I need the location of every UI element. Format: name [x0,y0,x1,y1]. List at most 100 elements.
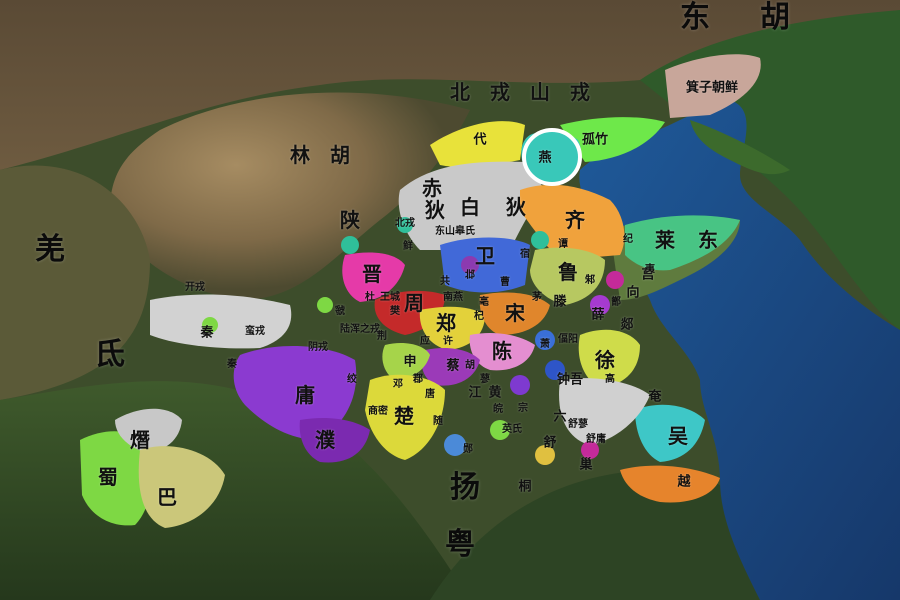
label-ying2: 英氏 [502,424,522,435]
label-ba: 巴 [157,485,177,509]
label-jin: 晋 [362,262,382,286]
label-tan2: 谭 [558,239,568,250]
label-beirong: 北戎 [395,218,415,229]
label-shu: 蜀 [98,465,118,489]
label-shangmi: 商密 [368,406,388,417]
label-yue-region: 粤 [445,527,475,562]
label-kai-rong: 开戎 [185,282,205,293]
label-lin-hu: 林 胡 [290,143,350,167]
label-wu: 吴 [668,424,688,448]
label-jiao: 绞 [347,374,357,385]
label-song: 宋 [505,301,525,325]
label-xian: 鲜 [403,241,413,252]
map-canvas: 东 胡 北 戎 山 戎 林 胡 羌 氐 扬 粤 燕 齐 鲁 卫 晋 周 郑 宋 … [0,0,900,600]
label-di-tribe-2: 狄 [506,195,526,219]
label-chi: 赤 [422,176,442,200]
label-cai: 蔡 [446,358,460,374]
label-liu: 六 [553,409,567,425]
label-zhurong: 王城 [380,292,400,303]
label-gao: 高 [605,374,615,385]
label-shan-di: 陕 [340,208,360,232]
label-tong: 桐 [518,479,532,495]
label-cao: 曹 [500,277,510,288]
label-qiang: 羌 [35,232,65,267]
label-yun: 郧 [463,444,473,455]
label-mao: 茅 [532,292,542,303]
label-chao: 巢 [579,457,593,473]
label-shu-yong: 舒庸 [586,434,606,445]
label-bo: 亳 [479,297,489,308]
label-xi: 熸 [130,428,150,452]
label-yue-state: 越 [677,474,691,490]
label-sui: 随 [433,416,443,427]
label-qin: 秦 [200,325,214,341]
label-shen: 申 [403,354,417,370]
label-lu: 鲁 [558,260,578,284]
label-huang: 黄 [488,385,502,401]
label-jing: 荆 [377,331,387,342]
label-xu-small: 许 [443,336,453,347]
state-small-3 [531,231,549,249]
label-teng: 滕 [553,294,567,310]
label-dongshan-gaoshi: 东山皋氏 [435,226,475,237]
state-small-14 [317,297,333,313]
label-qi: 齐 [565,208,585,232]
label-gui: 虢 [335,306,345,317]
label-bei-rong: 北 戎 山 戎 [450,80,590,104]
label-tan: 郯 [620,317,634,333]
label-di: 氐 [95,337,125,372]
state-small-8 [510,375,530,395]
label-fan: 樊 [390,306,400,317]
label-shu-liao: 舒蓼 [568,419,588,430]
label-gu-zhu: 孤竹 [581,132,609,148]
label-yong: 庸 [295,383,315,407]
label-gong: 共 [440,276,450,287]
label-liao: 蓼 [480,374,490,385]
label-dai: 代 [473,132,487,148]
state-qin [150,294,292,349]
label-chen: 陈 [492,339,512,363]
label-yan: 燕 [538,150,552,166]
label-du: 杜 [365,292,375,303]
label-ji: 纪 [623,234,633,245]
label-nan-yan: 南燕 [443,292,463,303]
label-man-rong: 蛮戎 [245,326,265,337]
label-bei: 邶 [465,270,475,281]
label-jiang: 江 [468,385,482,401]
label-xiang: 向 [626,285,640,301]
label-zhu: 邾 [585,275,595,286]
label-pu: 濮 [315,428,335,452]
label-zong: 宗 [518,403,528,414]
label-xiao: 萧 [540,339,550,350]
label-tang: 唐 [425,389,435,400]
label-zhou: 周 [404,291,424,315]
label-bi: 偪阳 [558,334,578,345]
label-lu-rong: 陆浑之戎 [340,324,380,335]
label-hu: 胡 [465,360,475,371]
label-shu-state: 舒 [543,435,557,451]
label-yi: 夷 [645,264,655,275]
label-bai: 白 [460,195,480,219]
label-xue: 薛 [591,307,605,323]
label-deng: 邓 [393,379,403,390]
label-yan-south: 奄 [648,389,662,405]
label-ruo: 鄀 [413,374,423,385]
label-yang: 扬 [450,470,480,505]
label-yin-rong: 阴戎 [308,342,328,353]
label-dong: 东 [698,228,718,252]
label-dong-hu: 东 胡 [680,0,800,35]
label-zheng: 郑 [436,311,456,335]
label-lai: 莱 [655,228,675,252]
label-zeng: 鄫 [611,297,621,308]
label-xu: 徐 [595,348,615,372]
label-zhongwu: 钟吾 [556,372,584,388]
label-qin-small: 秦 [227,359,237,370]
label-chu: 楚 [394,404,414,428]
label-ji-zi-chao-xian: 箕子朝鲜 [685,80,739,96]
label-qi-small: 杞 [474,311,484,322]
state-small-4 [606,271,624,289]
state-small-1 [341,236,359,254]
label-di-tribe-1: 狄 [425,198,445,222]
label-wan: 皖 [493,404,503,415]
label-su: 宿 [520,249,530,260]
